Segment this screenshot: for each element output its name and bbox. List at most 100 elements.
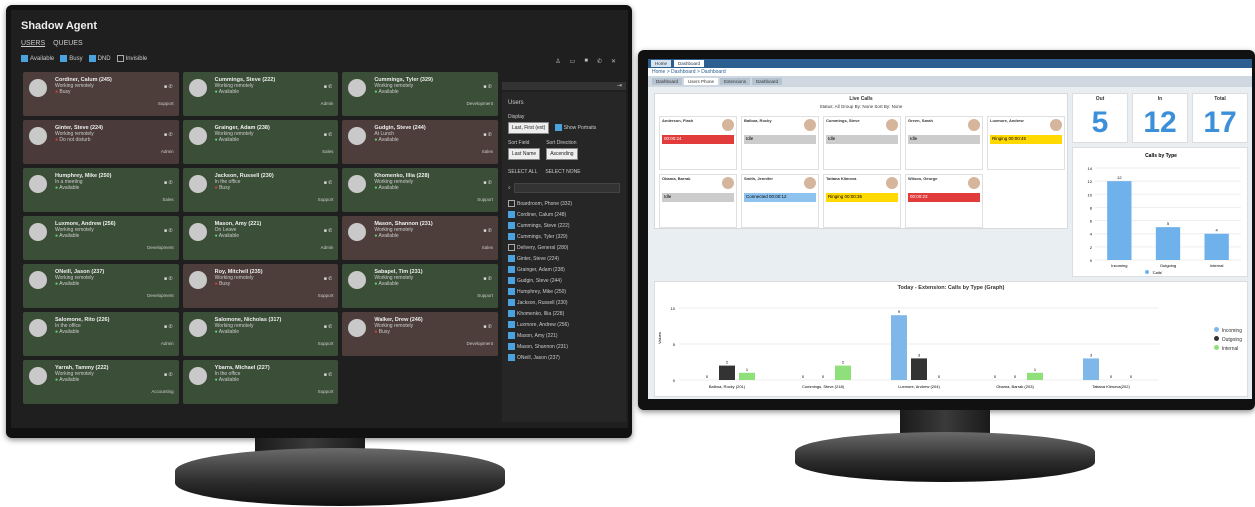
sort-field-select[interactable]: Last Name xyxy=(508,148,541,160)
user-list-item[interactable]: ONeill, Jason (237) xyxy=(508,353,620,364)
user-list-item[interactable]: Ginter, Steve (224) xyxy=(508,254,620,265)
chat-phone-icon[interactable]: ■ ✆ xyxy=(324,180,333,186)
chat-phone-icon[interactable]: ■ ✆ xyxy=(483,228,492,234)
user-card[interactable]: Ginter, Steve (224) Working remotely ● Do … xyxy=(23,120,179,164)
filter-dnd[interactable]: DND xyxy=(88,55,111,62)
chat-phone-icon[interactable]: ■ ✆ xyxy=(324,228,333,234)
user-card[interactable]: Gudgin, Steve (244) At Lunch ● Available ■ … xyxy=(342,120,498,164)
user-card[interactable]: Mason, Shannon (231) Working remotely ● Av… xyxy=(342,216,498,260)
subtab-extensions[interactable]: Extensions xyxy=(720,78,751,85)
user-card[interactable]: Luxmore, Andrew (256) Working remotely ● A… xyxy=(23,216,179,260)
sort-direction-select[interactable]: Ascending xyxy=(546,148,578,160)
user-list-item[interactable]: Khomenko, Illia (228) xyxy=(508,309,620,320)
live-calls-filters[interactable]: Status: All Group By: None Sort By: None xyxy=(655,104,1067,109)
chat-phone-icon[interactable]: ■ ✆ xyxy=(324,372,333,378)
chat-phone-icon[interactable]: ■ ✆ xyxy=(483,276,492,282)
legend-item[interactable]: Outgoing xyxy=(1213,336,1242,345)
live-call-card[interactable]: Luxmore, Andrew Ringing 00:00:45 xyxy=(987,116,1065,170)
monitor-icon[interactable]: ▭ xyxy=(570,58,576,65)
user-list-item[interactable]: Grainger, Adam (238) xyxy=(508,265,620,276)
chat-phone-icon[interactable]: ■ ✆ xyxy=(164,132,173,138)
live-call-card[interactable]: Obama, Barrak Idle xyxy=(659,174,737,228)
show-portraits-toggle[interactable]: Show Portraits xyxy=(554,124,596,132)
user-line-status: ● Do not disturb xyxy=(55,137,91,143)
chat-phone-icon[interactable]: ■ ✆ xyxy=(164,228,173,234)
live-call-card[interactable]: Wilson, George 00:00:23 xyxy=(905,174,983,228)
subtab-dashboard[interactable]: Dashboard xyxy=(652,78,683,85)
user-card[interactable]: Cummings, Steve (222) Working remotely ● A… xyxy=(182,72,339,116)
subtab-dashboard-2[interactable]: Dashboard xyxy=(752,78,783,85)
user-list-item[interactable]: Jackson, Russell (230) xyxy=(508,298,620,309)
user-card[interactable]: Ybarra, Michael (227) In the office ● Avai… xyxy=(182,360,339,404)
chat-phone-icon[interactable]: ■ ✆ xyxy=(164,324,173,330)
subtab-users-phone[interactable]: Users Phone xyxy=(684,78,719,85)
chat-phone-icon[interactable]: ■ ✆ xyxy=(164,372,173,378)
user-department: Sales xyxy=(481,245,493,250)
chat-phone-icon[interactable]: ■ ✆ xyxy=(324,324,333,330)
tab-dashboard[interactable]: Dashboard xyxy=(674,60,705,67)
chat-phone-icon[interactable]: ■ ✆ xyxy=(164,84,173,90)
filter-busy[interactable]: Busy xyxy=(60,55,83,62)
user-list-item[interactable]: Luxmore, Andrew (256) xyxy=(508,320,620,331)
chat-phone-icon[interactable]: ■ ✆ xyxy=(483,180,492,186)
filter-invisible[interactable]: Invisible xyxy=(116,55,147,62)
live-call-card[interactable]: Balboa, Rocky Idle xyxy=(741,116,819,170)
chat-phone-icon[interactable]: ■ ✆ xyxy=(324,84,333,90)
user-list-item[interactable]: Cummings, Steve (222) xyxy=(508,221,620,232)
chat-phone-icon[interactable]: ■ ✆ xyxy=(164,180,173,186)
chat-phone-icon[interactable]: ■ ✆ xyxy=(324,276,333,282)
user-card[interactable]: Walker, Drew (246) Working remotely ● Busy… xyxy=(342,312,498,356)
tab-users[interactable]: USERS xyxy=(21,40,45,47)
user-card[interactable]: Grainger, Adam (238) Working remotely ● Av… xyxy=(182,120,339,164)
user-card[interactable]: Salomone, Nicholas (317) Working remotely… xyxy=(182,312,339,356)
user-card[interactable]: Roy, Mitchell (235) Working remotely ● Bus… xyxy=(182,264,339,308)
chat-phone-icon[interactable]: ■ ✆ xyxy=(324,132,333,138)
user-card[interactable]: ONeill, Jason (237) Working remotely ● Ava… xyxy=(23,264,179,308)
user-card[interactable]: Salomone, Rito (226) In the office ● Avail… xyxy=(23,312,179,356)
user-list-item[interactable]: Cordiner, Calum (248) xyxy=(508,210,620,221)
live-call-card[interactable]: Anderson, Flash 00:00:24 xyxy=(659,116,737,170)
user-list-item[interactable]: Gudgin, Steve (244) xyxy=(508,276,620,287)
tab-queues[interactable]: QUEUES xyxy=(53,40,83,47)
collapse-icon[interactable]: ⇥ xyxy=(617,82,622,89)
filter-available[interactable]: Available xyxy=(21,55,54,62)
user-card[interactable]: Cummings, Tyler (329) Working remotely ● A… xyxy=(342,72,498,116)
phone-icon[interactable]: ✆ xyxy=(597,58,602,65)
user-card[interactable]: Sabapel, Tim (231) Working remotely ● Avai… xyxy=(342,264,498,308)
user-list-item[interactable]: Cummings, Tyler (329) xyxy=(508,232,620,243)
user-department: Support xyxy=(157,101,174,106)
data-label: 0 xyxy=(1130,374,1133,379)
chat-icon[interactable]: ■ xyxy=(584,58,588,65)
user-card[interactable]: Khomenko, Illia (228) Working remotely ● A… xyxy=(342,168,498,212)
user-card[interactable]: Cordiner, Calum (245) Working remotely ● B… xyxy=(23,72,179,116)
status-dot-icon: ● xyxy=(55,137,60,143)
user-list-item[interactable]: Delivery, General (280) xyxy=(508,243,620,254)
user-search-input[interactable] xyxy=(513,183,620,193)
display-select[interactable]: Last, First (ext) xyxy=(508,122,550,134)
user-list-item[interactable]: Humphrey, Mike (250) xyxy=(508,287,620,298)
select-none-button[interactable]: SELECT NONE xyxy=(545,169,580,175)
user-icon[interactable]: ♙ xyxy=(555,58,560,65)
user-card[interactable]: Humphrey, Mike (250) In a meeting ● Availa… xyxy=(23,168,179,212)
status-dot-icon: ● xyxy=(55,89,60,95)
user-card[interactable]: Jackson, Russell (230) In the office ● Bus… xyxy=(182,168,339,212)
live-call-card[interactable]: Tatiana Klimova Ringing 00:00:35 xyxy=(823,174,901,228)
chat-phone-icon[interactable]: ■ ✆ xyxy=(483,132,492,138)
tab-home[interactable]: Home xyxy=(651,60,672,67)
user-list-item[interactable]: Mason, Amy (221) xyxy=(508,331,620,342)
chat-phone-icon[interactable]: ■ ✆ xyxy=(483,324,492,330)
live-call-card[interactable]: Green, Sarah Idle xyxy=(905,116,983,170)
live-call-card[interactable]: Cummings, Steve Idle xyxy=(823,116,901,170)
user-list-item[interactable]: Mason, Shannon (231) xyxy=(508,342,620,353)
legend-item[interactable]: Internal xyxy=(1213,345,1242,354)
live-calls-panel: Live Calls Status: All Group By: None So… xyxy=(654,93,1068,229)
chat-phone-icon[interactable]: ■ ✆ xyxy=(164,276,173,282)
user-list-item[interactable]: Boardroom, Phone (332) xyxy=(508,199,620,210)
chat-phone-icon[interactable]: ■ ✆ xyxy=(483,84,492,90)
close-icon[interactable]: ✕ xyxy=(611,58,616,65)
user-card[interactable]: Mason, Amy (221) On Leave ● Available ■ ✆ Ad… xyxy=(182,216,339,260)
user-card[interactable]: Yarrah, Tammy (222) Working remotely ● Ava… xyxy=(23,360,179,404)
live-call-card[interactable]: Smith, Jennifer Connected 00:00:12 xyxy=(741,174,819,228)
legend-item[interactable]: Incoming xyxy=(1213,327,1242,336)
select-all-button[interactable]: SELECT ALL xyxy=(508,169,537,175)
